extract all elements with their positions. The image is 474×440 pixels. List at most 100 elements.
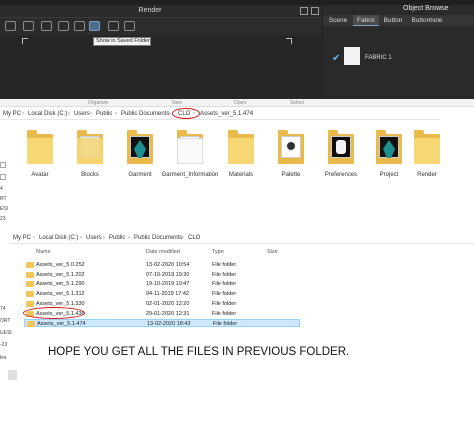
render-tool-icon[interactable] — [124, 21, 135, 31]
file-date: 07-10-2019 19:30 — [146, 271, 190, 278]
open-folder-icon[interactable] — [89, 21, 100, 31]
breadcrumb-item[interactable]: Public — [96, 110, 112, 119]
breadcrumb-item[interactable]: My PC — [3, 110, 21, 119]
column-name[interactable]: Name — [36, 249, 51, 255]
chevron-right-icon: › — [68, 111, 70, 117]
nav-item-fragment[interactable]: 23 — [0, 216, 6, 222]
file-name: Assets_ver_5.1.290 — [36, 281, 85, 288]
table-row[interactable]: Assets_ver_5.0.252 13-02-2020 10:54 File f… — [24, 261, 300, 269]
folder-icon — [27, 321, 35, 328]
column-size[interactable]: Size — [267, 249, 278, 255]
check-icon: ✔ — [332, 53, 341, 64]
object-browser-panel: Object Browse Scene Fabric Button Button… — [323, 5, 474, 104]
tooltip: Show in Saved Folder — [93, 37, 151, 46]
ribbon-organize: Organize — [88, 100, 109, 106]
nav-item-fragment[interactable]: UESI — [0, 330, 12, 336]
file-name: Assets_ver_5.1.312 — [36, 291, 85, 298]
render-panel: Render Show in Saved Folder — [0, 5, 322, 104]
tab-scene[interactable]: Scene — [323, 15, 353, 26]
nav-item-fragment[interactable]: ESI — [0, 206, 8, 212]
folder-tile[interactable]: Palette — [268, 130, 314, 190]
table-row[interactable]: Assets_ver_5.1.474 13-02-2020 18:43 File f… — [24, 319, 300, 328]
camera-icon[interactable] — [74, 21, 85, 31]
column-date[interactable]: Date modified — [146, 249, 180, 255]
file-type: File folder — [212, 262, 237, 268]
breadcrumb-item[interactable]: Users — [74, 110, 90, 119]
chevron-right-icon: › — [33, 235, 35, 241]
folder-icon — [26, 271, 34, 278]
table-row[interactable]: Assets_ver_5.1.312 04-11-2019 17:42 File f… — [24, 290, 300, 298]
pin-icon[interactable] — [0, 174, 6, 180]
breadcrumb-item[interactable]: CLO — [188, 233, 200, 243]
pin-icon[interactable] — [0, 162, 6, 168]
file-name: Assets_ver_5.0.252 — [36, 262, 85, 268]
nav-item-fragment[interactable]: RT — [0, 196, 7, 202]
chevron-right-icon: › — [103, 235, 105, 241]
red-annotation-circle — [172, 108, 200, 119]
nav-item-fragment[interactable]: 74 — [0, 306, 6, 312]
chevron-right-icon: › — [22, 111, 24, 117]
nav-pane-fragment: 4 RT ESI 23 74 ORT UESI -23 les — [0, 150, 12, 395]
render-title: Render — [138, 7, 162, 14]
tab-button[interactable]: Button — [379, 15, 407, 26]
file-name: Assets_ver_5.1.474 — [37, 321, 86, 328]
nav-item-fragment[interactable]: -23 — [0, 342, 7, 348]
render-tool-icon[interactable] — [5, 21, 16, 31]
column-type[interactable]: Type — [212, 249, 224, 255]
ribbon-new: New — [172, 100, 183, 106]
folder-icon — [26, 281, 34, 288]
file-type: File folder — [212, 271, 237, 278]
restore-icon[interactable] — [300, 7, 308, 15]
object-browser-title: Object Browse — [403, 5, 449, 12]
folder-tile[interactable]: Blocks — [67, 130, 113, 190]
breadcrumb-item[interactable]: Users — [86, 233, 102, 243]
tab-fabric[interactable]: Fabric — [353, 15, 379, 26]
folder-tile[interactable]: Preferences — [318, 130, 364, 190]
tab-buttonhole[interactable]: Buttonhole — [407, 15, 447, 26]
folder-tile[interactable]: Garment_Information — [162, 130, 218, 190]
render-tool-icon[interactable] — [108, 21, 119, 31]
nav-item-fragment[interactable]: les — [0, 355, 6, 361]
chevron-right-icon: › — [169, 111, 171, 117]
folder-label: Render — [417, 172, 437, 178]
render-tool-icon[interactable] — [23, 21, 34, 31]
folder-tile[interactable]: Project — [366, 130, 412, 190]
crop-corner-icon — [286, 38, 292, 44]
folder-icon — [278, 130, 304, 164]
folder-tile[interactable]: Render — [414, 130, 440, 190]
breadcrumb-item[interactable]: Local Disk (C:) — [28, 110, 67, 119]
address-bar[interactable]: My PC › Local Disk (C:) › Users › Public… — [0, 108, 440, 120]
object-browser-tabs: Scene Fabric Button Buttonhole — [323, 15, 474, 26]
ribbon-labels: Organize New Open Select — [0, 99, 474, 107]
breadcrumb-item[interactable]: Assets_ver_5.1.474 — [200, 110, 253, 119]
file-type: File folder — [212, 291, 237, 298]
folder-tile[interactable]: Garment — [117, 130, 163, 190]
folder-label: Garment_Information — [161, 172, 219, 178]
chevron-right-icon: › — [182, 235, 184, 241]
crop-corner-icon — [22, 38, 28, 44]
render-titlebar: Render — [0, 5, 322, 18]
nav-item-fragment[interactable]: ORT — [0, 318, 10, 324]
folder-icon — [127, 130, 153, 164]
folder-tile[interactable]: Materials — [218, 130, 264, 190]
file-date: 13-02-2020 10:54 — [146, 262, 190, 268]
chevron-right-icon: › — [80, 235, 82, 241]
breadcrumb-item[interactable]: Local Disk (C:) — [39, 233, 78, 243]
breadcrumb-item[interactable]: Public Documents — [121, 110, 169, 119]
folder-tile[interactable]: Avatar — [17, 130, 63, 190]
breadcrumb-item[interactable]: Public Documents — [134, 233, 182, 243]
file-type: File folder — [212, 281, 237, 288]
address-bar[interactable]: My PC › Local Disk (C:) › Users › Public… — [10, 233, 474, 244]
breadcrumb-item[interactable]: My PC — [13, 233, 31, 243]
table-row[interactable]: Assets_ver_5.1.202 07-10-2019 19:30 File f… — [24, 271, 300, 279]
breadcrumb-item[interactable]: Public — [109, 233, 125, 243]
nav-item-fragment[interactable]: 4 — [0, 186, 3, 192]
table-row[interactable]: Assets_ver_5.1.290 19-10-2019 10:47 File f… — [24, 280, 300, 288]
render-tool-icon[interactable] — [41, 21, 52, 31]
close-icon[interactable] — [311, 7, 319, 15]
scrollbar-thumb[interactable] — [8, 370, 17, 380]
file-date: 19-10-2019 10:47 — [146, 281, 190, 288]
file-date: 04-11-2019 17:42 — [146, 291, 190, 298]
save-image-icon[interactable] — [58, 21, 69, 31]
fabric-thumbnail[interactable] — [344, 47, 360, 65]
